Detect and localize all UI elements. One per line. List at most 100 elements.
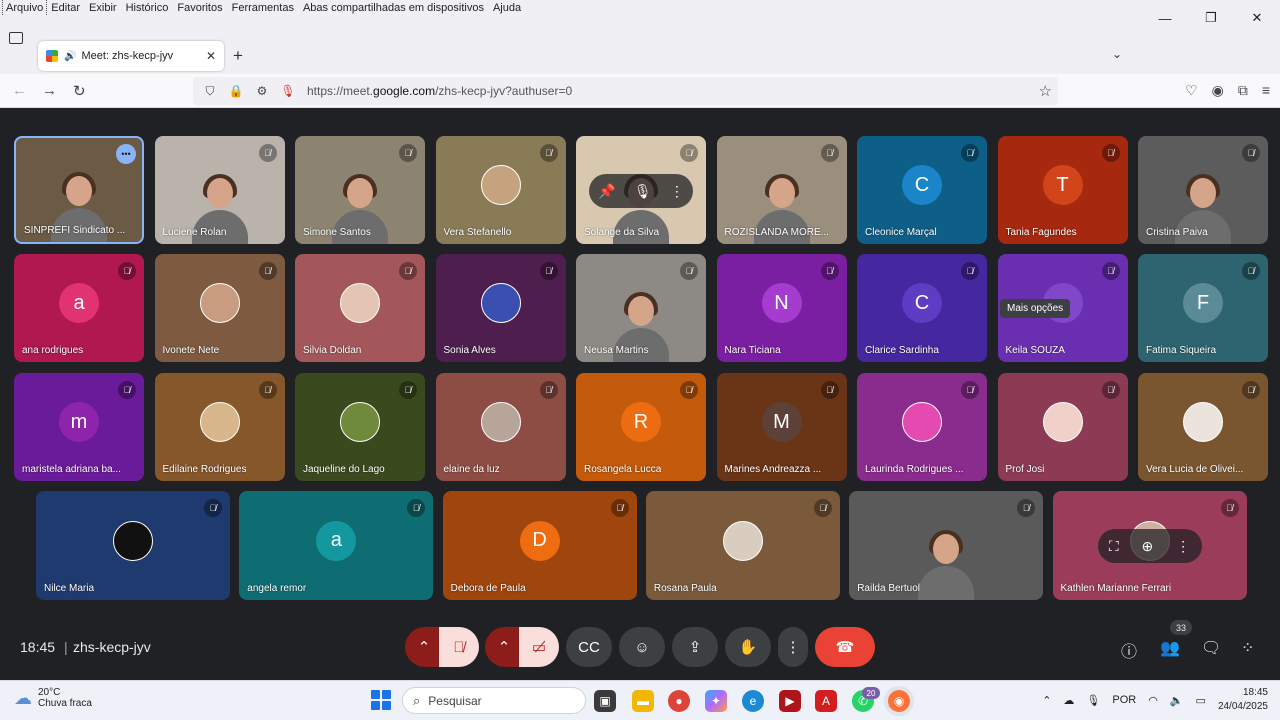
menu-edit[interactable]: Editar (47, 0, 85, 16)
mic-icon[interactable]: 🎙 (634, 183, 652, 200)
tile-hover-controls[interactable]: 📌 🎙 ⋮ (589, 174, 693, 208)
participant-tile[interactable]: T 🎙̸ Tania Fagundes (997, 136, 1128, 244)
participant-tile[interactable]: 🎙̸ Rosana Paula (645, 491, 840, 600)
pin-icon[interactable]: ⊕ (1142, 538, 1154, 555)
participant-tile[interactable]: 🎙̸ Simone Santos (295, 136, 425, 244)
participant-tile[interactable]: 🎙̸ Jaqueline do Lago (295, 373, 425, 481)
tab-meet[interactable]: 🔊 Meet: zhs-kecp-jyv ✕ (38, 41, 224, 71)
info-icon[interactable]: ⓘ (1121, 638, 1137, 662)
menu-history[interactable]: Histórico (122, 0, 174, 16)
back-icon[interactable]: ← (12, 82, 27, 99)
pin-icon[interactable]: 📌 (598, 183, 615, 200)
speaker-icon[interactable]: 🔊 (64, 51, 76, 62)
windows-start-icon[interactable] (371, 690, 391, 710)
address-bar[interactable]: ⛉ 🔒 ⚙ 🎙 https://meet.google.com/zhs-kecp… (193, 77, 1058, 105)
shield-icon[interactable]: ⛉ (201, 84, 219, 99)
account-icon[interactable]: ◉ (1212, 82, 1224, 99)
leave-call-icon[interactable]: ☎ (815, 627, 875, 667)
weather-widget[interactable]: ☁ 20°C Chuva fraca (14, 687, 92, 709)
participant-tile[interactable]: M 🎙̸ Marines Andreazza ... (716, 373, 847, 481)
audio-options-chevron-up-icon[interactable]: ⌃ (405, 627, 443, 667)
more-options-icon[interactable]: ⋮ (670, 183, 684, 200)
participant-tile[interactable]: a 🎙̸ angela remor (239, 491, 434, 600)
participant-tile[interactable]: C 🎙̸ Clarice Sardinha (857, 254, 987, 362)
participant-tile[interactable]: 🎙̸ Vera Stefanello (435, 136, 566, 244)
participant-tile[interactable]: 🎙̸ Laurinda Rodrigues ... (857, 373, 987, 481)
participant-tile[interactable]: 🎙̸ ⛶ ⊕ ⋮ Kathlen Marianne Ferrari (1052, 491, 1247, 600)
mic-off-icon[interactable]: 🎙̸ (439, 627, 479, 667)
screen-recorder-icon[interactable]: ▶ (779, 690, 801, 712)
participant-tile[interactable]: N 🎙̸ Nara Ticiana (716, 254, 847, 362)
participant-tile[interactable]: R 🎙̸ Rosangela Lucca (576, 373, 706, 481)
chevron-down-icon[interactable]: ⌄ (1112, 47, 1122, 61)
participant-tile[interactable]: D 🎙̸ Debora de Paula (442, 491, 637, 600)
video-options-chevron-up-icon[interactable]: ⌃ (485, 627, 523, 667)
pocket-icon[interactable]: ♡ (1185, 82, 1198, 99)
forward-icon[interactable]: → (42, 82, 57, 99)
language-indicator[interactable]: POR (1112, 694, 1136, 706)
minimize-icon[interactable]: — (1142, 0, 1188, 36)
lock-icon[interactable]: 🔒 (227, 84, 245, 98)
microphone-tray-icon[interactable]: 🎙 (1086, 694, 1100, 707)
participant-tile[interactable]: 🎙̸ Vera Lucia de Olivei... (1138, 373, 1268, 481)
restore-icon[interactable]: ❐ (1188, 0, 1234, 36)
menu-help[interactable]: Ajuda (489, 0, 526, 16)
copilot-icon[interactable]: ✦ (705, 690, 727, 712)
participant-tile[interactable]: ••• SINPREFI Sindicato ... (14, 136, 144, 244)
menu-synced-tabs[interactable]: Abas compartilhadas em dispositivos (299, 0, 489, 16)
tile-hover-controls[interactable]: ⛶ ⊕ ⋮ (1097, 529, 1202, 563)
taskbar-search[interactable]: ⌕ Pesquisar (402, 687, 586, 714)
participant-tile[interactable]: 🎙̸ ROZISLANDA MORE... (716, 136, 847, 244)
frame-icon[interactable]: ⛶ (1109, 538, 1119, 555)
participant-tile[interactable]: 🎙̸ Prof Josi (997, 373, 1128, 481)
participant-tile[interactable]: 🎙̸ Railda Bertuol (849, 491, 1044, 600)
participant-tile[interactable]: 🎙̸ Silvia Doldan (295, 254, 425, 362)
participant-tile[interactable]: 🎙̸ Nilce Maria (36, 491, 230, 600)
camera-off-icon[interactable]: ▭̸ (519, 627, 559, 667)
acrobat-icon[interactable]: A (815, 690, 837, 712)
new-tab-icon[interactable]: + (233, 46, 243, 66)
task-view-icon[interactable]: ▣ (594, 690, 616, 712)
participant-tile[interactable]: 🎙̸ Cristina Paiva (1138, 136, 1268, 244)
people-icon[interactable]: 👥 (1160, 638, 1180, 658)
participant-tile[interactable]: 🎙̸ Sonia Alves (435, 254, 566, 362)
activities-icon[interactable]: ⁘ (1241, 638, 1254, 658)
firefox-icon[interactable]: ◉ (888, 690, 910, 712)
participant-tile[interactable]: 🎙̸ Edilaine Rodrigues (154, 373, 285, 481)
file-explorer-icon[interactable]: ▬ (632, 690, 654, 712)
tab-manager-icon[interactable] (9, 32, 23, 44)
more-options-icon[interactable]: ⋮ (778, 627, 808, 667)
emoji-icon[interactable]: ☺ (619, 627, 665, 667)
participant-tile[interactable]: F 🎙̸ Fatima Siqueira (1138, 254, 1268, 362)
menu-bookmarks[interactable]: Favoritos (173, 0, 227, 16)
extensions-icon[interactable]: ⧉ (1238, 82, 1248, 99)
battery-icon[interactable]: ▭ (1196, 694, 1206, 707)
permissions-icon[interactable]: ⚙ (253, 84, 271, 98)
participant-tile[interactable]: a 🎙̸ ana rodrigues (14, 254, 144, 362)
more-options-icon[interactable]: ⋮ (1176, 538, 1190, 555)
wifi-icon[interactable]: ◠ (1148, 694, 1158, 707)
star-icon[interactable]: ☆ (1039, 82, 1052, 100)
reload-icon[interactable]: ↻ (73, 82, 86, 100)
participant-tile[interactable]: 🎙̸ Luciene Rolan (154, 136, 285, 244)
raise-hand-icon[interactable]: ✋ (725, 627, 771, 667)
microphone-icon[interactable]: 🎙 (279, 84, 297, 98)
participant-tile[interactable]: 🎙̸ Ivonete Nete (154, 254, 285, 362)
chevron-up-icon[interactable]: ⌃ (1042, 694, 1051, 707)
menu-tools[interactable]: Ferramentas (228, 0, 299, 16)
captions-icon[interactable]: CC (566, 627, 612, 667)
clock[interactable]: 18:45 24/04/2025 (1218, 686, 1268, 714)
chat-icon[interactable]: 🗨 (1201, 638, 1221, 658)
onedrive-icon[interactable]: ☁ (1063, 694, 1074, 707)
present-screen-icon[interactable]: ⇪ (672, 627, 718, 667)
participant-tile[interactable]: C 🎙̸ Cleonice Marçal (857, 136, 987, 244)
close-tab-icon[interactable]: ✕ (206, 49, 216, 63)
participant-tile[interactable]: 🎙̸ elaine da luz (435, 373, 566, 481)
menu-file[interactable]: Arquivo (2, 0, 48, 17)
volume-icon[interactable]: 🔈 (1170, 694, 1184, 707)
participant-tile[interactable]: 🎙̸ 📌 🎙 ⋮ Solange da Silva (576, 136, 706, 244)
edge-icon[interactable]: e (742, 690, 764, 712)
menu-view[interactable]: Exibir (85, 0, 122, 16)
participant-tile[interactable]: m 🎙̸ maristela adriana ba... (14, 373, 144, 481)
close-window-icon[interactable]: ✕ (1234, 0, 1280, 36)
